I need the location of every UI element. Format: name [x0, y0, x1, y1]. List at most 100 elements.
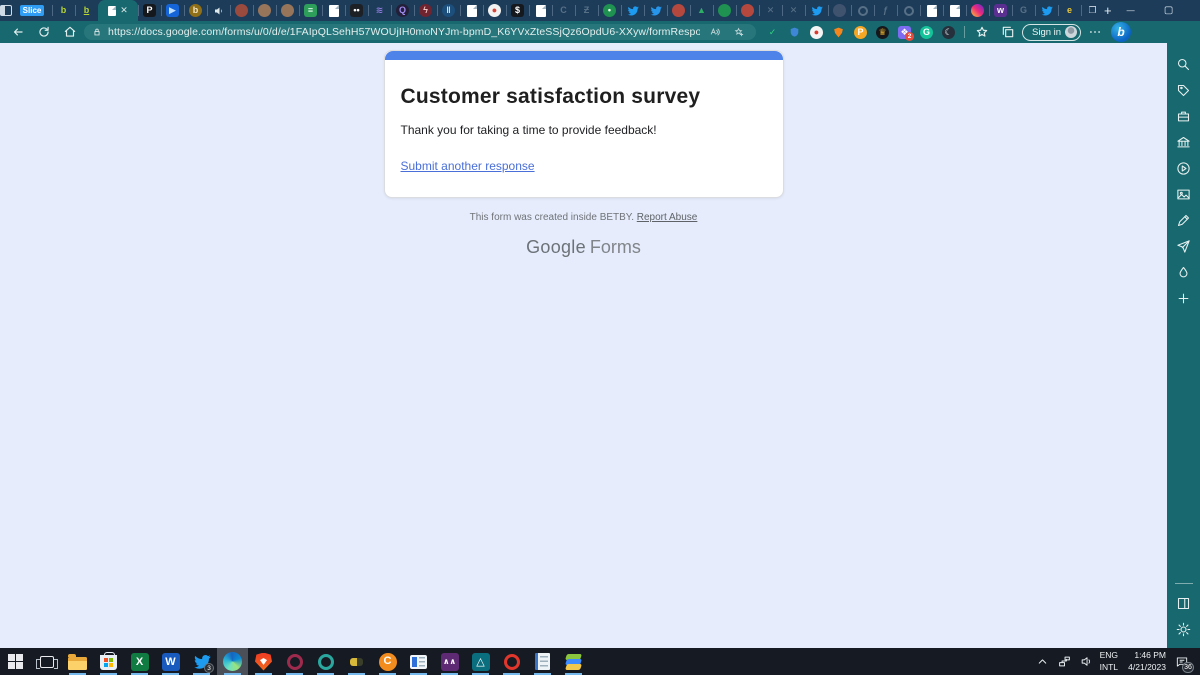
- tab-twitter-3[interactable]: [805, 0, 828, 21]
- new-tab-button[interactable]: +: [1104, 0, 1112, 21]
- tab-google-form-active[interactable]: ✕: [98, 0, 138, 21]
- cryptotab[interactable]: C: [372, 648, 403, 675]
- tab-ring-sleeping[interactable]: [851, 0, 874, 21]
- sidebar-search-button[interactable]: [1171, 51, 1197, 77]
- file-explorer[interactable]: [62, 648, 93, 675]
- tab-z-sleeping[interactable]: Ƶ: [575, 0, 598, 21]
- task-view-button[interactable]: [31, 648, 62, 675]
- affinity-app[interactable]: △: [465, 648, 496, 675]
- ext-dark-gold-button[interactable]: ♛: [872, 22, 893, 42]
- tab-brown-circle-2[interactable]: [276, 0, 299, 21]
- minimize-button[interactable]: —: [1112, 0, 1150, 21]
- add-favorite-button[interactable]: [730, 24, 748, 40]
- report-abuse-link[interactable]: Report Abuse: [637, 212, 698, 223]
- bing-discover-button[interactable]: b: [1111, 22, 1131, 42]
- ext-purple-grid-button[interactable]: ❖2: [894, 22, 915, 42]
- tab-c-sleeping[interactable]: C: [552, 0, 575, 21]
- tab-p-black[interactable]: P: [138, 0, 161, 21]
- tab-restore[interactable]: ❐: [1081, 0, 1104, 21]
- network-button[interactable]: [1056, 648, 1074, 675]
- yellow-app[interactable]: [341, 648, 372, 675]
- twitter-app[interactable]: 3: [186, 648, 217, 675]
- submit-another-response-link[interactable]: Submit another response: [401, 159, 535, 173]
- tab-etoro[interactable]: e: [1058, 0, 1081, 21]
- tab-document-4[interactable]: [920, 0, 943, 21]
- maximize-button[interactable]: ▢: [1150, 0, 1188, 21]
- tab-blue-bars[interactable]: ‖: [437, 0, 460, 21]
- tab-f-sleeping[interactable]: ƒ: [874, 0, 897, 21]
- ext-green-check-button[interactable]: ✓: [762, 22, 783, 42]
- tray-chevron-button[interactable]: [1034, 648, 1052, 675]
- tab-brown-circle[interactable]: [253, 0, 276, 21]
- word[interactable]: W: [155, 648, 186, 675]
- back-button[interactable]: [6, 22, 30, 42]
- purple-mountain-app[interactable]: ∧∧: [434, 648, 465, 675]
- clock[interactable]: 1:46 PM 4/21/2023: [1122, 650, 1166, 672]
- tab-slice[interactable]: Slice: [12, 0, 52, 21]
- read-aloud-button[interactable]: [706, 24, 724, 40]
- tab-document-3[interactable]: [529, 0, 552, 21]
- opera-dark-app[interactable]: [279, 648, 310, 675]
- refresh-button[interactable]: [32, 22, 56, 42]
- ext-coin-p-button[interactable]: P: [850, 22, 871, 42]
- tab-red-bolt[interactable]: ϟ: [414, 0, 437, 21]
- volume-button[interactable]: [1078, 648, 1096, 675]
- teal-ring-app[interactable]: [310, 648, 341, 675]
- tab-panda[interactable]: ●: [483, 0, 506, 21]
- ext-grammarly-button[interactable]: G: [916, 22, 937, 42]
- sidebar-tools-button[interactable]: [1171, 103, 1197, 129]
- tab-red-circle[interactable]: [230, 0, 253, 21]
- tab-twitter-1[interactable]: [621, 0, 644, 21]
- ext-crescent-button[interactable]: ☾: [938, 22, 959, 42]
- tab-x-sleeping-2[interactable]: ✕: [782, 0, 805, 21]
- opera-browser[interactable]: [496, 648, 527, 675]
- sidebar-shopping-button[interactable]: [1171, 77, 1197, 103]
- tab-green-dot[interactable]: •: [598, 0, 621, 21]
- start-button[interactable]: [0, 648, 31, 675]
- tab-q-purple[interactable]: Q: [391, 0, 414, 21]
- tab-w-purple[interactable]: w: [989, 0, 1012, 21]
- tab-document-2[interactable]: [460, 0, 483, 21]
- sidebar-send-button[interactable]: [1171, 233, 1197, 259]
- sidebar-customize-button[interactable]: [1171, 285, 1197, 311]
- tab-red-badge-2[interactable]: [736, 0, 759, 21]
- address-bar[interactable]: https://docs.google.com/forms/u/0/d/e/1F…: [84, 24, 756, 40]
- tab-close-icon[interactable]: ✕: [120, 6, 128, 15]
- collections-button[interactable]: [996, 22, 1020, 42]
- language-indicator[interactable]: ENG INTL: [1100, 650, 1118, 672]
- tab-gray-circle-sleeping[interactable]: [828, 0, 851, 21]
- tab-bet365-2[interactable]: b: [75, 0, 98, 21]
- notepad-app[interactable]: [527, 648, 558, 675]
- sidebar-drop-button[interactable]: [1171, 259, 1197, 285]
- sign-in-button[interactable]: Sign in: [1022, 24, 1081, 41]
- tab-twitter-4[interactable]: [1035, 0, 1058, 21]
- sidebar-games-button[interactable]: [1171, 129, 1197, 155]
- tab-blue-player[interactable]: ▶: [161, 0, 184, 21]
- tab-dots-pill[interactable]: ••: [345, 0, 368, 21]
- sidebar-panel-button[interactable]: [1171, 590, 1197, 616]
- home-button[interactable]: [58, 22, 82, 42]
- tab-search-sleeping[interactable]: [897, 0, 920, 21]
- sidebar-video-button[interactable]: [1171, 155, 1197, 181]
- tab-speaker[interactable]: [207, 0, 230, 21]
- window-app[interactable]: [403, 648, 434, 675]
- close-button[interactable]: ✕: [1188, 0, 1200, 21]
- ext-blue-shield-button[interactable]: [784, 22, 805, 42]
- sidebar-settings-button[interactable]: [1171, 616, 1197, 642]
- tab-green-triangle[interactable]: ▲: [690, 0, 713, 21]
- tab-document[interactable]: [322, 0, 345, 21]
- bluestacks[interactable]: [558, 648, 589, 675]
- edge-browser[interactable]: [217, 648, 248, 675]
- tab-purple-waves[interactable]: ≋: [368, 0, 391, 21]
- sidebar-image-creator-button[interactable]: [1171, 181, 1197, 207]
- tab-dollar[interactable]: $: [506, 0, 529, 21]
- excel[interactable]: X: [124, 648, 155, 675]
- microsoft-store[interactable]: [93, 648, 124, 675]
- tab-green-circle[interactable]: [713, 0, 736, 21]
- tab-red-badge[interactable]: [667, 0, 690, 21]
- action-center-button[interactable]: 36: [1170, 648, 1194, 675]
- tab-olive-b[interactable]: b: [184, 0, 207, 21]
- ext-metamask-fox-button[interactable]: [828, 22, 849, 42]
- favorites-button[interactable]: [970, 22, 994, 42]
- ext-white-red-circle-button[interactable]: ●: [806, 22, 827, 42]
